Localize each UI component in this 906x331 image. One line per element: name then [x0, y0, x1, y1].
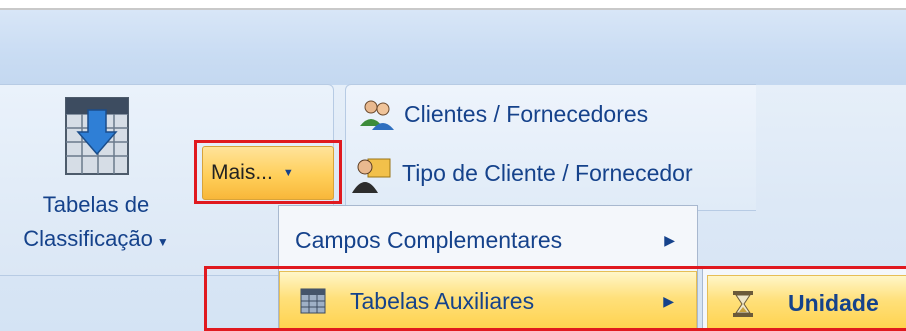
- highlight-box-tabelas-auxiliares: [204, 266, 906, 331]
- menu-item-campos-complementares[interactable]: Campos Complementares ▶: [279, 214, 697, 266]
- classification-label-line2: Classificação: [23, 226, 153, 251]
- clientes-fornecedores-label: Clientes / Fornecedores: [404, 100, 649, 127]
- users-icon: [360, 100, 394, 130]
- tipo-cliente-fornecedor-button[interactable]: Tipo de Cliente / Fornecedor: [352, 153, 752, 193]
- highlight-box-mais: [194, 140, 342, 204]
- menu-item-label: Campos Complementares: [295, 226, 563, 253]
- tabelas-classificacao-button[interactable]: Tabelas de Classificação ▼: [6, 88, 196, 263]
- window-top-rule: [0, 0, 906, 10]
- tipo-cliente-fornecedor-label: Tipo de Cliente / Fornecedor: [402, 159, 693, 186]
- tabelas-classificacao-label: Tabelas de Classificação ▼: [6, 188, 186, 259]
- dropdown-caret-icon: ▼: [156, 235, 169, 249]
- ribbon-tab-band: [0, 10, 906, 85]
- user-folder-icon: [352, 158, 391, 193]
- table-download-icon: [62, 94, 132, 178]
- submenu-arrow-icon: ▶: [664, 231, 675, 248]
- classification-label-line1: Tabelas de: [42, 192, 150, 217]
- clientes-fornecedores-button[interactable]: Clientes / Fornecedores: [358, 94, 648, 134]
